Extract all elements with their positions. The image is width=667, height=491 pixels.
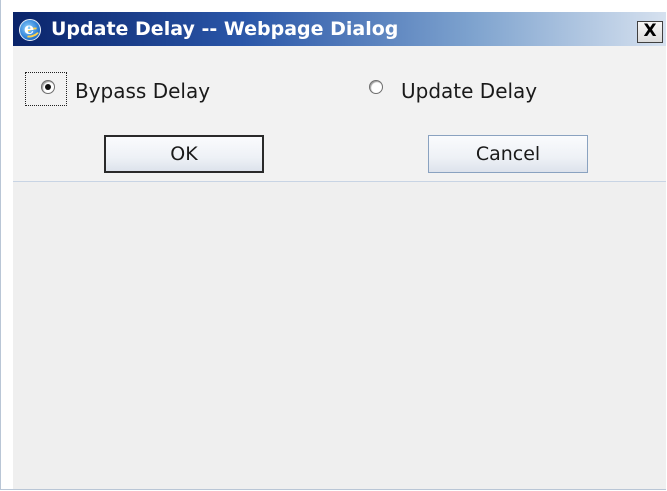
update-delay-label[interactable]: Update Delay bbox=[401, 79, 537, 103]
options-panel: Bypass Delay Update Delay OK Cancel bbox=[13, 46, 666, 182]
dialog-title: Update Delay -- Webpage Dialog bbox=[51, 18, 399, 40]
bypass-delay-radio[interactable] bbox=[41, 80, 55, 94]
close-button[interactable]: X bbox=[637, 21, 663, 43]
dialog-content: Bypass Delay Update Delay OK Cancel bbox=[13, 46, 666, 489]
title-bar[interactable]: Update Delay -- Webpage Dialog bbox=[13, 12, 666, 46]
cancel-button[interactable]: Cancel bbox=[428, 135, 588, 173]
internet-explorer-icon bbox=[19, 19, 41, 41]
bypass-delay-label[interactable]: Bypass Delay bbox=[75, 79, 210, 103]
update-delay-radio[interactable] bbox=[369, 80, 383, 94]
ok-button[interactable]: OK bbox=[104, 135, 264, 173]
dialog-window: Update Delay -- Webpage Dialog X Bypass … bbox=[0, 0, 666, 490]
